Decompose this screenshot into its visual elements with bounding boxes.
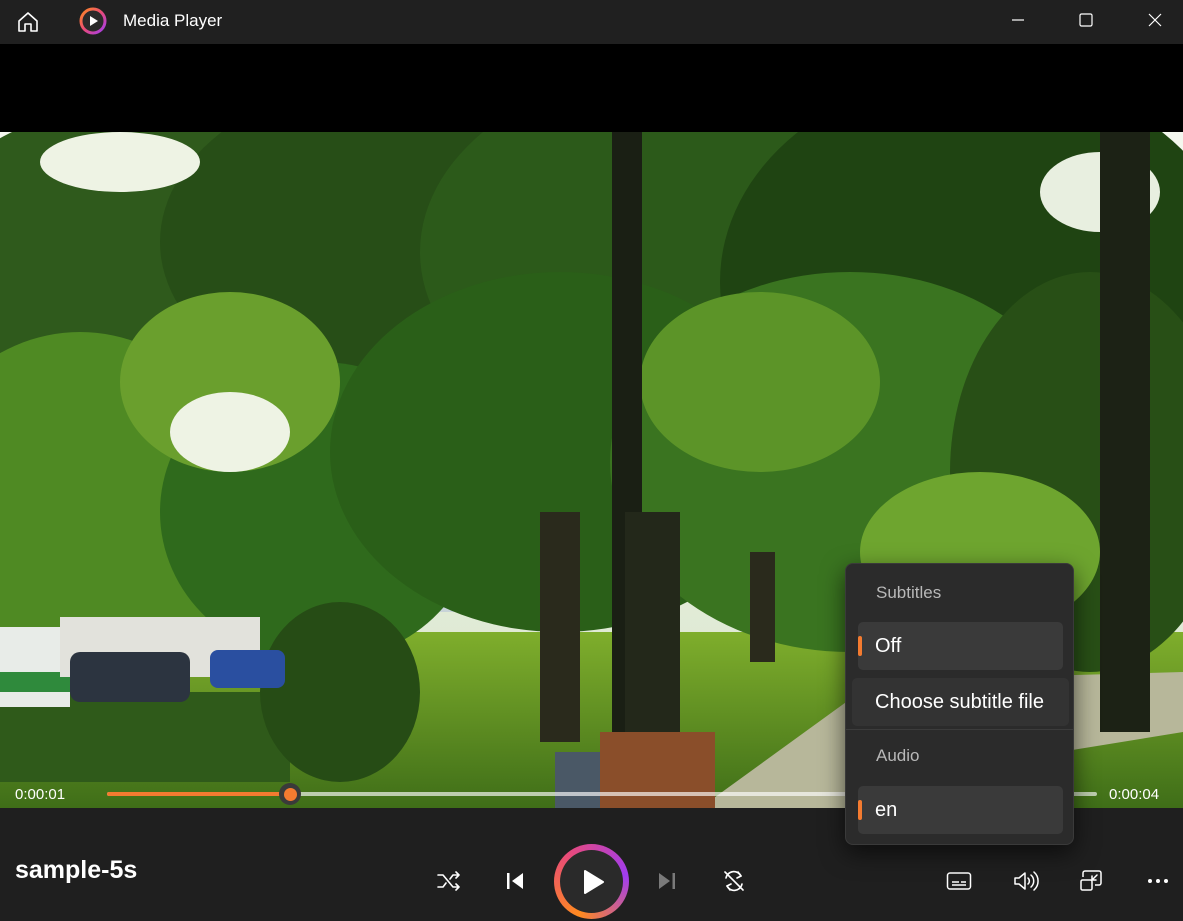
mini-view-button[interactable] <box>1072 861 1112 901</box>
title-bar: Media Player <box>0 0 1183 44</box>
media-player-logo <box>79 7 107 35</box>
subtitles-header: Subtitles <box>876 583 942 602</box>
volume-button[interactable] <box>1006 861 1046 901</box>
seek-thumb[interactable] <box>279 783 302 805</box>
maximize-button[interactable] <box>1063 0 1109 40</box>
more-options-button[interactable] <box>1138 861 1178 901</box>
subtitle-option-off[interactable]: Off <box>858 622 1063 670</box>
next-icon <box>659 873 675 889</box>
duration: 0:00:04 <box>1109 786 1160 803</box>
close-button[interactable] <box>1132 0 1178 40</box>
seek-progress <box>107 792 291 796</box>
selected-indicator <box>858 800 862 820</box>
flyout-divider <box>846 729 1073 730</box>
shuffle-icon <box>437 871 460 891</box>
close-icon <box>1148 13 1162 27</box>
mini-view-icon <box>1080 870 1102 891</box>
minimize-icon <box>1012 19 1024 21</box>
volume-icon <box>1014 871 1039 891</box>
window-title: Media Player <box>123 11 223 30</box>
home-button[interactable] <box>12 6 44 38</box>
audio-option-label: en <box>875 798 898 821</box>
repeat-icon <box>724 870 744 892</box>
subtitle-option-label: Off <box>875 634 902 657</box>
shuffle-button[interactable] <box>429 861 469 901</box>
subtitles-button[interactable] <box>939 861 979 901</box>
more-icon <box>1148 879 1168 883</box>
audio-option-en[interactable]: en <box>858 786 1063 834</box>
audio-header: Audio <box>876 746 920 765</box>
play-button[interactable] <box>554 844 629 919</box>
previous-button[interactable] <box>495 861 535 901</box>
next-button[interactable] <box>647 861 687 901</box>
minimize-button[interactable] <box>995 0 1041 40</box>
subtitles-icon <box>946 872 972 890</box>
home-icon <box>18 12 38 32</box>
play-icon <box>583 869 604 894</box>
maximize-icon <box>1079 13 1093 27</box>
previous-icon <box>507 873 523 889</box>
choose-subtitle-file[interactable]: Choose subtitle file <box>852 678 1069 726</box>
subtitle-option-label: Choose subtitle file <box>875 690 1044 713</box>
current-time: 0:00:01 <box>15 786 66 803</box>
selected-indicator <box>858 636 862 656</box>
file-name: sample-5s <box>15 856 138 884</box>
repeat-button[interactable] <box>714 861 754 901</box>
play-button-inner <box>560 850 623 913</box>
subtitles-audio-flyout: Subtitles Off Choose subtitle file Audio… <box>845 563 1074 845</box>
